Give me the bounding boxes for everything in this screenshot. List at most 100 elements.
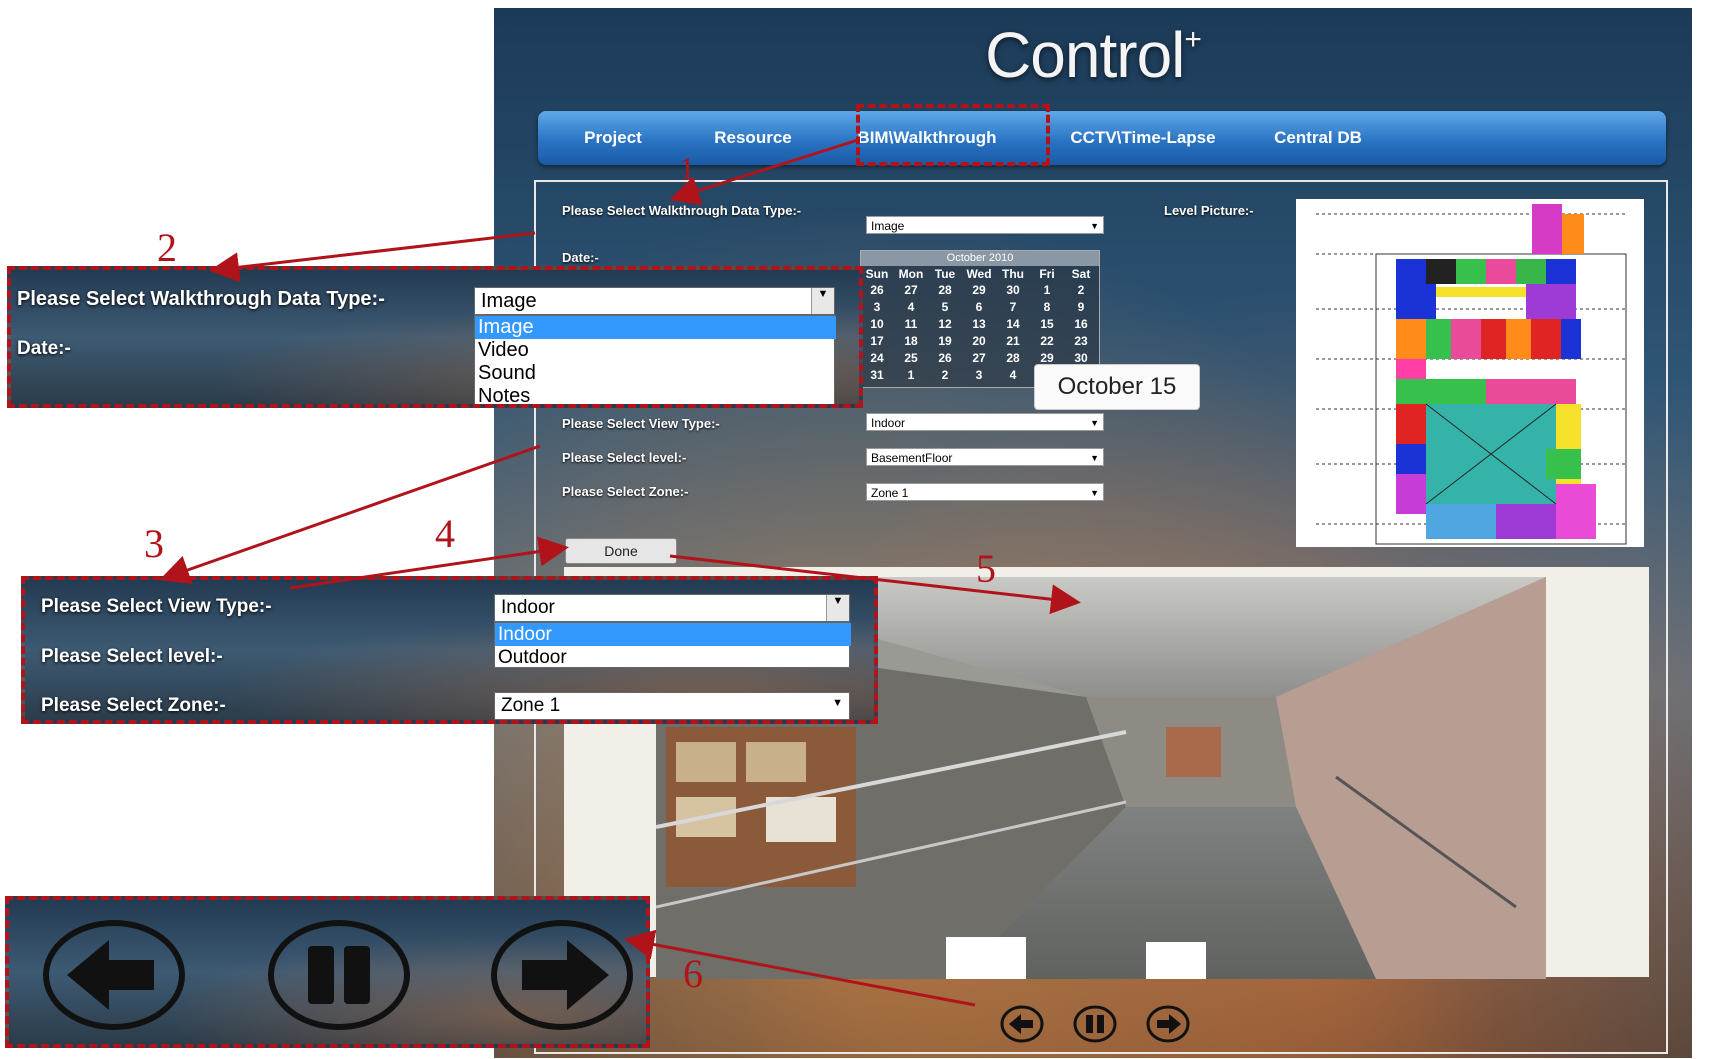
callout-level-label: Please Select level:- bbox=[41, 646, 223, 667]
callout-data-type-value: Image bbox=[481, 290, 537, 312]
calendar-day[interactable]: 19 bbox=[929, 334, 961, 348]
calendar-day[interactable]: 26 bbox=[929, 351, 961, 365]
option-indoor[interactable]: Indoor bbox=[495, 623, 851, 646]
annotation-6: 6 bbox=[683, 951, 703, 996]
back-button[interactable] bbox=[999, 1004, 1045, 1049]
option-video[interactable]: Video bbox=[475, 339, 836, 362]
nav-cctv-time-lapse[interactable]: CCTV\Time-Lapse bbox=[1043, 111, 1243, 165]
calendar-day[interactable]: 27 bbox=[895, 283, 927, 297]
calendar-day[interactable]: 6 bbox=[963, 300, 995, 314]
nav-project[interactable]: Project bbox=[548, 111, 678, 165]
back-icon bbox=[1000, 1005, 1044, 1043]
zone-select[interactable]: Zone 1 bbox=[866, 483, 1104, 502]
option-sound[interactable]: Sound bbox=[475, 362, 836, 385]
zoom-forward-button[interactable] bbox=[487, 918, 637, 1038]
calendar-day[interactable]: 29 bbox=[1031, 351, 1063, 365]
calendar-day[interactable]: 5 bbox=[929, 300, 961, 314]
calendar-day[interactable]: 9 bbox=[1065, 300, 1097, 314]
calendar-weekday: Tue bbox=[934, 267, 956, 281]
zoom-back-button[interactable] bbox=[39, 918, 189, 1038]
chevron-down-icon[interactable]: ▼ bbox=[826, 595, 849, 621]
calendar-day[interactable]: 20 bbox=[963, 334, 995, 348]
calendar-day[interactable]: 1 bbox=[895, 368, 927, 382]
date-tooltip: October 15 bbox=[1034, 364, 1200, 410]
pause-button[interactable] bbox=[1072, 1004, 1118, 1049]
level-label: Please Select level:- bbox=[562, 450, 687, 465]
calendar-day[interactable]: 26 bbox=[861, 283, 893, 297]
calendar-weekday: Thu bbox=[1002, 267, 1024, 281]
callout-playback-controls bbox=[5, 896, 650, 1048]
bim-tab-highlight bbox=[856, 104, 1050, 166]
calendar-day[interactable]: 12 bbox=[929, 317, 961, 331]
calendar-day[interactable]: 22 bbox=[1031, 334, 1063, 348]
option-image[interactable]: Image bbox=[475, 316, 836, 339]
app-title-text: Control bbox=[985, 19, 1185, 91]
callout-view-type-select[interactable]: Indoor ▼ bbox=[494, 594, 850, 622]
calendar-day[interactable]: 16 bbox=[1065, 317, 1097, 331]
calendar-day[interactable]: 30 bbox=[1065, 351, 1097, 365]
calendar-day[interactable]: 3 bbox=[861, 300, 893, 314]
calendar-day[interactable]: 1 bbox=[1031, 283, 1063, 297]
app-window: Control+ Project Resource BIM\Walkthroug… bbox=[494, 8, 1692, 1058]
level-floor-plan bbox=[1296, 199, 1644, 547]
calendar-day[interactable]: 4 bbox=[895, 300, 927, 314]
forward-button[interactable] bbox=[1145, 1004, 1191, 1049]
callout-view-type-value: Indoor bbox=[501, 597, 555, 618]
annotation-3: 3 bbox=[144, 521, 164, 566]
calendar-day[interactable]: 23 bbox=[1065, 334, 1097, 348]
done-button[interactable]: Done bbox=[565, 538, 677, 564]
calendar-day[interactable]: 28 bbox=[929, 283, 961, 297]
callout-zone-value: Zone 1 bbox=[501, 695, 561, 716]
callout-zone-label: Please Select Zone:- bbox=[41, 695, 226, 716]
nav-central-db[interactable]: Central DB bbox=[1248, 111, 1388, 165]
callout-view-type-label: Please Select View Type:- bbox=[41, 596, 272, 617]
calendar-day[interactable]: 30 bbox=[997, 283, 1029, 297]
callout-view-type: Please Select View Type:- Please Select … bbox=[21, 576, 878, 724]
callout-data-type-label: Please Select Walkthrough Data Type:- bbox=[17, 288, 385, 310]
app-title: Control+ bbox=[494, 18, 1692, 92]
callout-data-type-select[interactable]: Image ▼ bbox=[474, 287, 835, 315]
calendar-weekday: Sat bbox=[1071, 267, 1091, 281]
calendar-day[interactable]: 28 bbox=[997, 351, 1029, 365]
option-outdoor[interactable]: Outdoor bbox=[495, 646, 851, 669]
calendar-day[interactable]: 4 bbox=[997, 368, 1029, 382]
annotation-2: 2 bbox=[157, 225, 177, 270]
calendar-weekday: Fri bbox=[1039, 267, 1055, 281]
calendar-day[interactable]: 2 bbox=[1065, 283, 1097, 297]
data-type-label: Please Select Walkthrough Data Type:- bbox=[562, 203, 802, 218]
calendar-day[interactable]: 2 bbox=[929, 368, 961, 382]
calendar-day[interactable]: 24 bbox=[861, 351, 893, 365]
calendar-weekday: Mon bbox=[898, 267, 924, 281]
calendar-day[interactable]: 31 bbox=[861, 368, 893, 382]
calendar-day[interactable]: 13 bbox=[963, 317, 995, 331]
zoom-pause-button[interactable] bbox=[264, 918, 414, 1038]
level-select[interactable]: BasementFloor bbox=[866, 448, 1104, 467]
callout-date-label: Date:- bbox=[17, 338, 71, 359]
data-type-select[interactable]: Image bbox=[866, 216, 1104, 235]
callout-data-type: Please Select Walkthrough Data Type:- Da… bbox=[7, 266, 863, 408]
chevron-down-icon[interactable]: ▼ bbox=[832, 697, 843, 709]
view-type-select[interactable]: Indoor bbox=[866, 413, 1104, 432]
calendar-day[interactable]: 17 bbox=[861, 334, 893, 348]
calendar-day[interactable]: 15 bbox=[1031, 317, 1063, 331]
calendar-day[interactable]: 3 bbox=[963, 368, 995, 382]
option-notes[interactable]: Notes bbox=[475, 385, 836, 404]
calendar-day[interactable]: 8 bbox=[1031, 300, 1063, 314]
calendar-weekday: Sun bbox=[865, 267, 889, 281]
calendar-day[interactable]: 21 bbox=[997, 334, 1029, 348]
view-type-label: Please Select View Type:- bbox=[562, 416, 720, 431]
calendar-day[interactable]: 29 bbox=[963, 283, 995, 297]
forward-icon bbox=[491, 920, 633, 1030]
calendar-day[interactable]: 7 bbox=[997, 300, 1029, 314]
calendar-day[interactable]: 10 bbox=[861, 317, 893, 331]
view-type-options-list: Indoor Outdoor bbox=[494, 622, 851, 669]
callout-zone-select[interactable]: Zone 1 ▼ bbox=[494, 692, 850, 720]
calendar-day[interactable]: 27 bbox=[963, 351, 995, 365]
calendar-day[interactable]: 11 bbox=[895, 317, 927, 331]
calendar-day[interactable]: 14 bbox=[997, 317, 1029, 331]
calendar-day[interactable]: 25 bbox=[895, 351, 927, 365]
chevron-down-icon[interactable]: ▼ bbox=[811, 288, 834, 314]
date-label: Date:- bbox=[562, 250, 599, 265]
calendar-day[interactable]: 18 bbox=[895, 334, 927, 348]
nav-resource[interactable]: Resource bbox=[678, 111, 828, 165]
